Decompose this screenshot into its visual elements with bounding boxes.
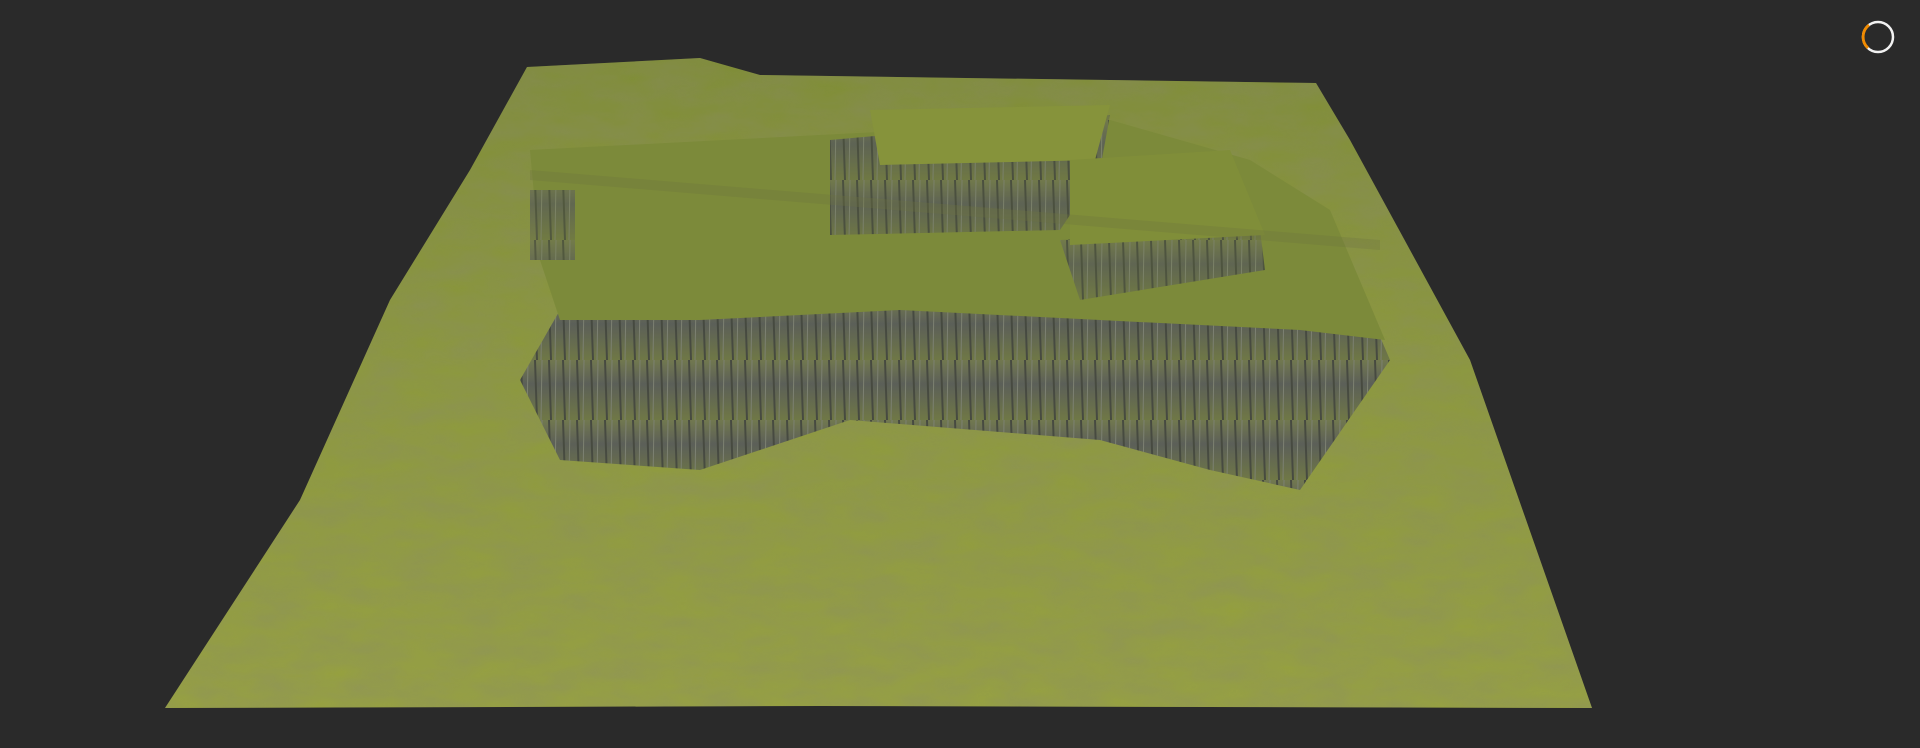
terrain-mesh [165, 58, 1592, 708]
terrain-render [165, 58, 1592, 708]
3d-viewport[interactable] [0, 0, 1920, 744]
loading-spinner-icon [1861, 20, 1895, 54]
